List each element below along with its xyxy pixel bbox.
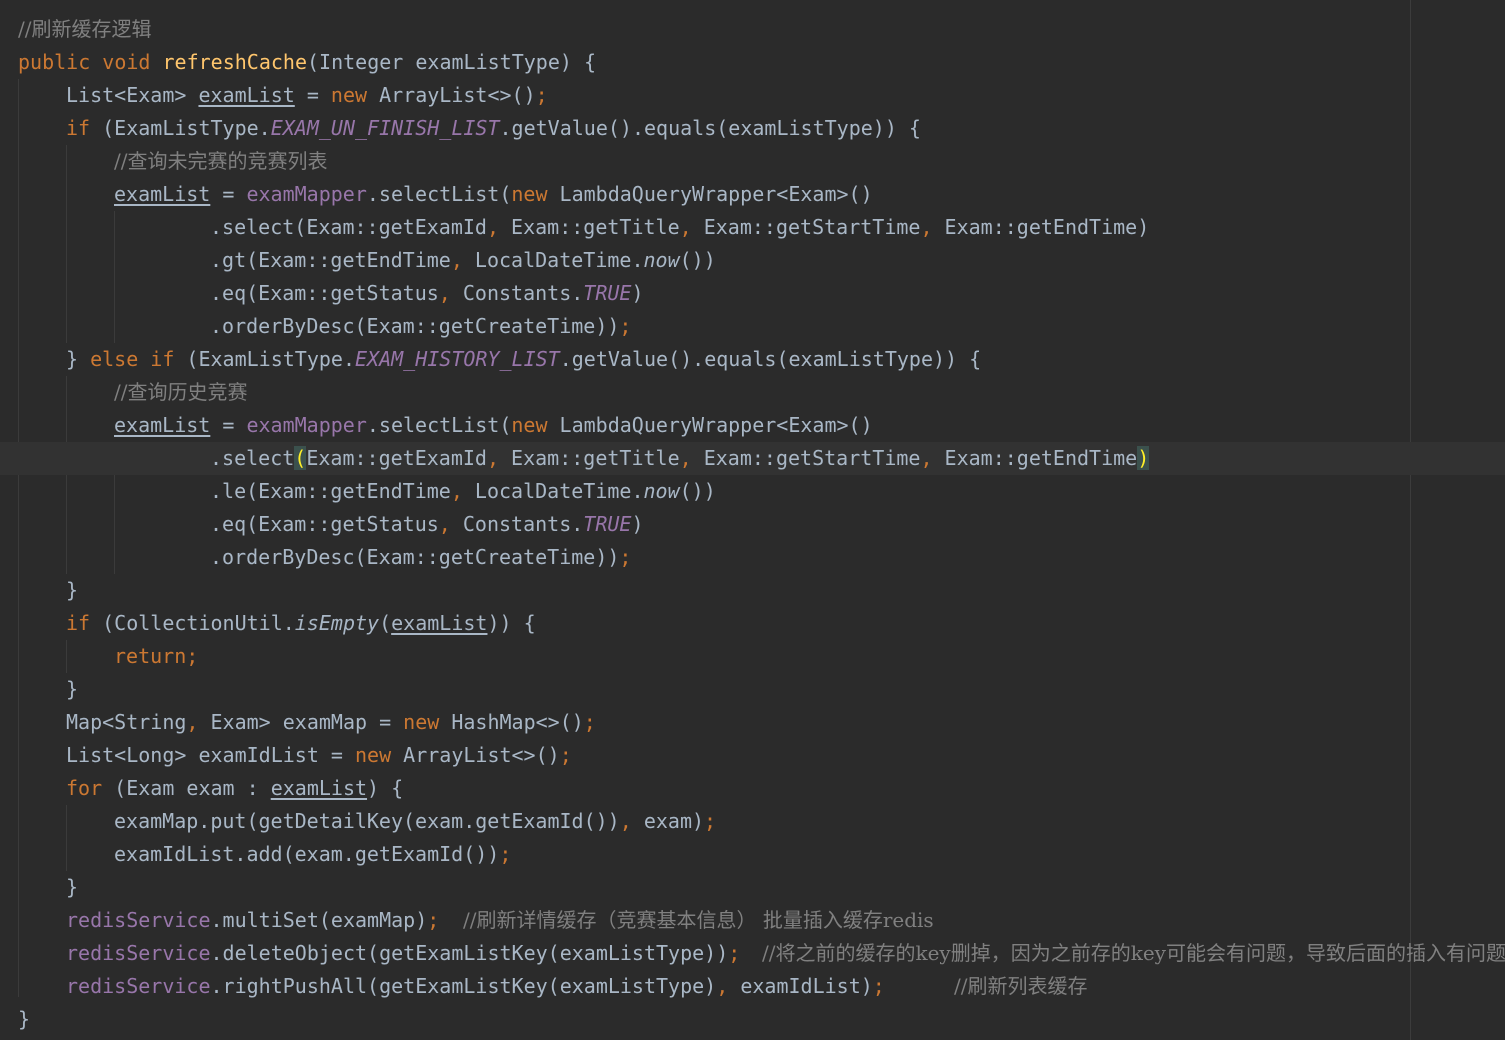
code-statement: .orderByDesc(Exam::getCreateTime)); [210, 314, 632, 338]
code-statement: return; [114, 644, 199, 668]
code-line[interactable]: //刷新缓存逻辑 [0, 13, 1505, 46]
code-line[interactable]: if (ExamListType.EXAM_UN_FINISH_LIST.get… [0, 112, 1505, 145]
code-line[interactable]: } [0, 1003, 1505, 1036]
code-line[interactable]: List<Long> examIdList = new ArrayList<>(… [0, 739, 1505, 772]
code-line[interactable]: examList = examMapper.selectList(new Lam… [0, 178, 1505, 211]
code-statement: examIdList.add(exam.getExamId()); [114, 842, 512, 866]
code-statement: .gt(Exam::getEndTime, LocalDateTime.now(… [210, 248, 716, 272]
code-line[interactable]: .gt(Exam::getEndTime, LocalDateTime.now(… [0, 244, 1505, 277]
code-line[interactable]: redisService.rightPushAll(getExamListKey… [0, 970, 1505, 1003]
code-line[interactable]: .select(Exam::getExamId, Exam::getTitle,… [0, 211, 1505, 244]
code-statement: redisService.rightPushAll(getExamListKey… [66, 974, 885, 998]
code-statement: .eq(Exam::getStatus, Constants.TRUE) [210, 512, 644, 536]
code-statement: .select(Exam::getExamId, Exam::getTitle,… [210, 446, 1150, 470]
code-line[interactable]: } [0, 673, 1505, 706]
code-line[interactable]: } [0, 574, 1505, 607]
code-line[interactable]: Map<String, Exam> examMap = new HashMap<… [0, 706, 1505, 739]
code-statement: .eq(Exam::getStatus, Constants.TRUE) [210, 281, 644, 305]
code-line[interactable]: redisService.deleteObject(getExamListKey… [0, 937, 1505, 970]
code-statement: } else if (ExamListType.EXAM_HISTORY_LIS… [66, 347, 982, 371]
comment: //将之前的缓存的key删掉，因为之前存的key可能会有问题，导致后面的插入有问… [762, 941, 1505, 965]
code-line[interactable]: .orderByDesc(Exam::getCreateTime)); [0, 310, 1505, 343]
code-line[interactable]: .le(Exam::getEndTime, LocalDateTime.now(… [0, 475, 1505, 508]
comment: //查询历史竞赛 [114, 380, 248, 404]
code-statement: List<Exam> examList = new ArrayList<>(); [66, 83, 548, 107]
code-line[interactable]: return; [0, 640, 1505, 673]
comment: //刷新详情缓存（竞赛基本信息） 批量插入缓存redis [463, 908, 934, 932]
code-statement: examList = examMapper.selectList(new Lam… [114, 182, 873, 206]
code-line[interactable]: } else if (ExamListType.EXAM_HISTORY_LIS… [0, 343, 1505, 376]
code-statement: .select(Exam::getExamId, Exam::getTitle,… [210, 215, 1150, 239]
code-statement: redisService.multiSet(examMap); [66, 908, 440, 932]
code-line[interactable]: .eq(Exam::getStatus, Constants.TRUE) [0, 277, 1505, 310]
code-statement: .orderByDesc(Exam::getCreateTime)); [210, 545, 632, 569]
code-statement: for (Exam exam : examList) { [66, 776, 404, 800]
code-statement: Map<String, Exam> examMap = new HashMap<… [66, 710, 596, 734]
code-statement: } [66, 875, 79, 899]
code-statement: if (ExamListType.EXAM_UN_FINISH_LIST.get… [66, 116, 921, 140]
code-statement: redisService.deleteObject(getExamListKey… [66, 941, 741, 965]
matched-paren-close: ) [1137, 446, 1150, 470]
code-line[interactable]: for (Exam exam : examList) { [0, 772, 1505, 805]
code-line[interactable]: List<Exam> examList = new ArrayList<>(); [0, 79, 1505, 112]
code-line[interactable]: .orderByDesc(Exam::getCreateTime)); [0, 541, 1505, 574]
code-line[interactable]: examIdList.add(exam.getExamId()); [0, 838, 1505, 871]
code-line[interactable]: public void refreshCache(Integer examLis… [0, 46, 1505, 79]
code-line[interactable]: //查询未完赛的竞赛列表 [0, 145, 1505, 178]
code-statement: List<Long> examIdList = new ArrayList<>(… [66, 743, 572, 767]
code-line[interactable]: examList = examMapper.selectList(new Lam… [0, 409, 1505, 442]
code-line[interactable]: redisService.multiSet(examMap); //刷新详情缓存… [0, 904, 1505, 937]
code-statement: examMap.put(getDetailKey(exam.getExamId(… [114, 809, 717, 833]
code-line[interactable]: if (CollectionUtil.isEmpty(examList)) { [0, 607, 1505, 640]
code-statement: .le(Exam::getEndTime, LocalDateTime.now(… [210, 479, 716, 503]
code-line[interactable]: //查询历史竞赛 [0, 376, 1505, 409]
code-editor[interactable]: //刷新缓存逻辑 public void refreshCache(Intege… [0, 0, 1505, 1040]
comment: //刷新缓存逻辑 [18, 17, 152, 41]
code-statement: examList = examMapper.selectList(new Lam… [114, 413, 873, 437]
code-line[interactable]: } [0, 871, 1505, 904]
code-statement: } [66, 677, 79, 701]
code-line-current[interactable]: .select(Exam::getExamId, Exam::getTitle,… [0, 442, 1505, 475]
code-line[interactable]: .eq(Exam::getStatus, Constants.TRUE) [0, 508, 1505, 541]
code-statement: } [66, 578, 79, 602]
comment: //查询未完赛的竞赛列表 [114, 149, 328, 173]
method-signature: public void refreshCache(Integer examLis… [18, 50, 596, 74]
code-statement: if (CollectionUtil.isEmpty(examList)) { [66, 611, 536, 635]
code-statement: } [18, 1007, 31, 1031]
comment: //刷新列表缓存 [954, 974, 1088, 998]
code-line[interactable]: examMap.put(getDetailKey(exam.getExamId(… [0, 805, 1505, 838]
matched-paren-open: ( [294, 446, 307, 470]
